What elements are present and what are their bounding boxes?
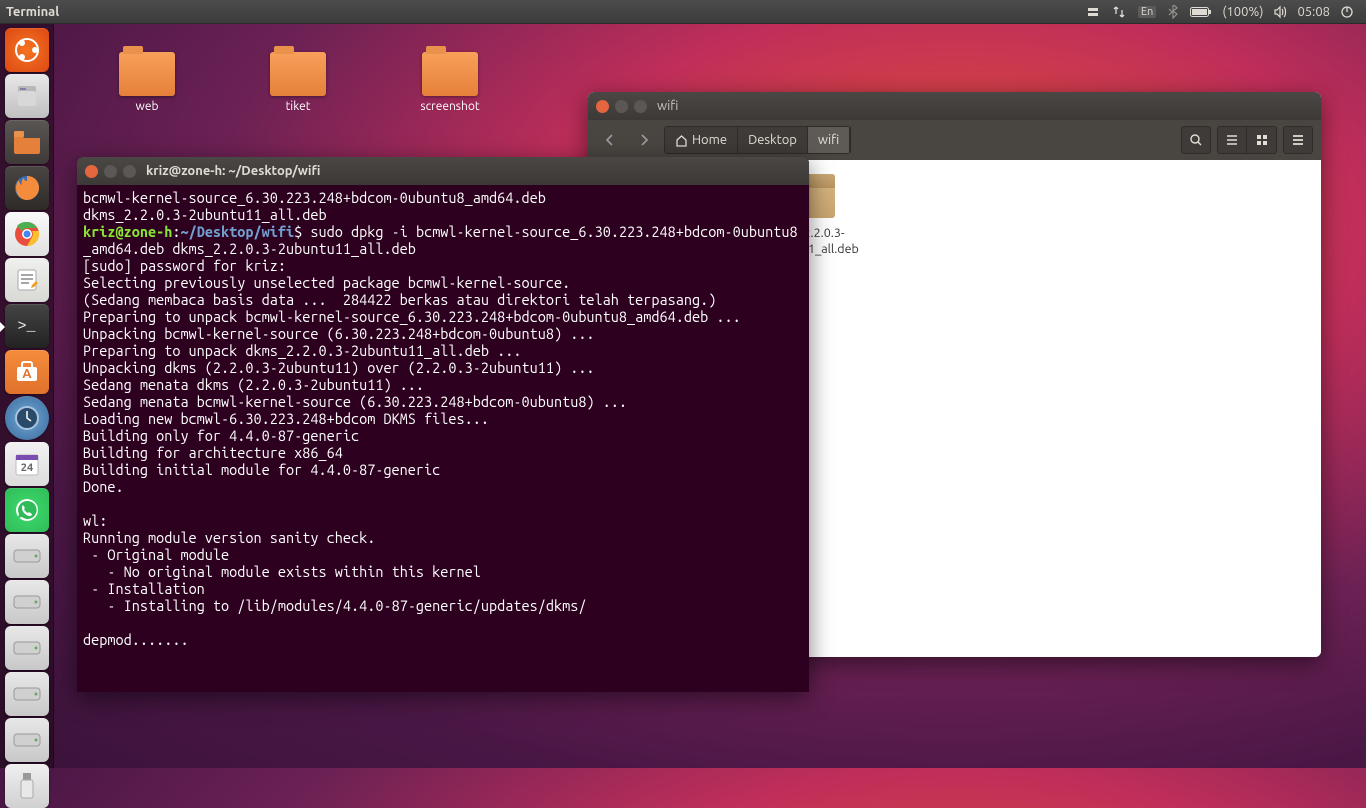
desktop-icon-label: screenshot	[410, 100, 490, 113]
file-manager-title: wifi	[657, 99, 678, 113]
chrome-icon	[5, 212, 49, 256]
launcher-chrome[interactable]	[4, 212, 50, 256]
clock-icon	[5, 396, 49, 440]
active-app-title: Terminal	[6, 5, 59, 19]
prompt-suffix: $	[294, 223, 310, 240]
path-segment[interactable]: wifi	[808, 127, 850, 153]
maximize-icon[interactable]	[123, 165, 136, 178]
launcher-files[interactable]	[4, 74, 50, 118]
sound-indicator-icon[interactable]	[1273, 5, 1287, 19]
menu-button[interactable]	[1283, 126, 1313, 154]
keyboard-indicator[interactable]: En	[1138, 6, 1156, 18]
desktop-icon-label: tiket	[258, 100, 338, 113]
calendar-icon: 24	[5, 442, 49, 486]
path-segment[interactable]: Desktop	[738, 127, 808, 153]
path-bar: Home Desktop wifi	[664, 126, 851, 154]
launcher-usb[interactable]	[4, 764, 50, 808]
terminal-titlebar[interactable]: kriz@zone-h: ~/Desktop/wifi	[77, 157, 809, 185]
menu-bar: Terminal En (100%) 05:08	[0, 0, 1366, 24]
launcher-terminal[interactable]: >_	[4, 304, 50, 348]
svg-text:24: 24	[20, 462, 32, 474]
launcher-drive5[interactable]	[4, 718, 50, 762]
path-label: Home	[692, 133, 727, 147]
terminal-output: [sudo] password for kriz: Selecting prev…	[83, 257, 741, 648]
launcher-drive1[interactable]	[4, 534, 50, 578]
launcher-drive4[interactable]	[4, 672, 50, 716]
folder-icon	[422, 52, 478, 96]
terminal-body[interactable]: bcmwl-kernel-source_6.30.223.248+bdcom-0…	[77, 185, 809, 652]
file-manager-toolbar: Home Desktop wifi	[588, 120, 1321, 160]
search-button[interactable]	[1181, 126, 1211, 154]
usb-icon	[5, 764, 49, 808]
launcher-dash[interactable]	[4, 28, 50, 72]
close-icon[interactable]	[85, 165, 98, 178]
launcher-clock[interactable]	[4, 396, 50, 440]
prompt-user: kriz@zone-h	[83, 223, 172, 240]
folder-icon	[5, 120, 49, 164]
grid-view-button[interactable]	[1247, 126, 1277, 154]
dash-icon	[5, 28, 49, 72]
minimize-icon[interactable]	[104, 165, 117, 178]
terminal-window[interactable]: kriz@zone-h: ~/Desktop/wifi bcmwl-kernel…	[77, 157, 809, 692]
folder-icon	[119, 52, 175, 96]
session-indicator-icon[interactable]	[1340, 5, 1354, 19]
clock-text: 05:08	[1297, 5, 1330, 19]
launcher-folder[interactable]	[4, 120, 50, 164]
battery-text: (100%)	[1222, 5, 1263, 19]
drive2-icon	[5, 580, 49, 624]
drive1-icon	[5, 534, 49, 578]
launcher-drive2[interactable]	[4, 580, 50, 624]
prompt-path: ~/Desktop/wifi	[180, 223, 294, 240]
launcher-firefox[interactable]	[4, 166, 50, 210]
desktop-folder-tiket[interactable]: tiket	[258, 52, 338, 113]
desktop-folder-screenshot[interactable]: screenshot	[410, 52, 490, 113]
drive5-icon	[5, 718, 49, 762]
network-indicator-icon[interactable]	[1112, 5, 1126, 19]
path-label: Desktop	[748, 133, 797, 147]
back-button[interactable]	[596, 126, 624, 154]
launcher-gedit[interactable]	[4, 258, 50, 302]
launcher-software[interactable]: A	[4, 350, 50, 394]
battery-indicator-icon[interactable]	[1190, 6, 1212, 18]
launcher-whatsapp[interactable]	[4, 488, 50, 532]
terminal-output: bcmwl-kernel-source_6.30.223.248+bdcom-0…	[83, 189, 546, 223]
launcher-calendar[interactable]: 24	[4, 442, 50, 486]
path-segment[interactable]: Home	[665, 127, 738, 153]
drive4-icon	[5, 672, 49, 716]
software-icon: A	[5, 350, 49, 394]
file-manager-titlebar[interactable]: wifi	[588, 92, 1321, 120]
svg-text:A: A	[22, 367, 32, 381]
forward-button[interactable]	[630, 126, 658, 154]
folder-icon	[270, 52, 326, 96]
whatsapp-icon	[5, 488, 49, 532]
close-icon[interactable]	[596, 100, 609, 113]
bluetooth-indicator-icon[interactable]	[1168, 5, 1178, 19]
maximize-icon[interactable]	[634, 100, 647, 113]
path-label: wifi	[818, 133, 839, 147]
unity-launcher: >_ A 24	[0, 24, 54, 768]
drive3-icon	[5, 626, 49, 670]
messaging-indicator-icon[interactable]	[1086, 5, 1100, 19]
list-view-button[interactable]	[1217, 126, 1247, 154]
launcher-drive3[interactable]	[4, 626, 50, 670]
gedit-icon	[5, 258, 49, 302]
desktop-icon-label: web	[107, 100, 187, 113]
minimize-icon[interactable]	[615, 100, 628, 113]
terminal-title: kriz@zone-h: ~/Desktop/wifi	[146, 164, 320, 178]
files-icon	[5, 74, 49, 118]
desktop-folder-web[interactable]: web	[107, 52, 187, 113]
terminal-icon: >_	[5, 304, 49, 348]
firefox-icon	[5, 166, 49, 210]
